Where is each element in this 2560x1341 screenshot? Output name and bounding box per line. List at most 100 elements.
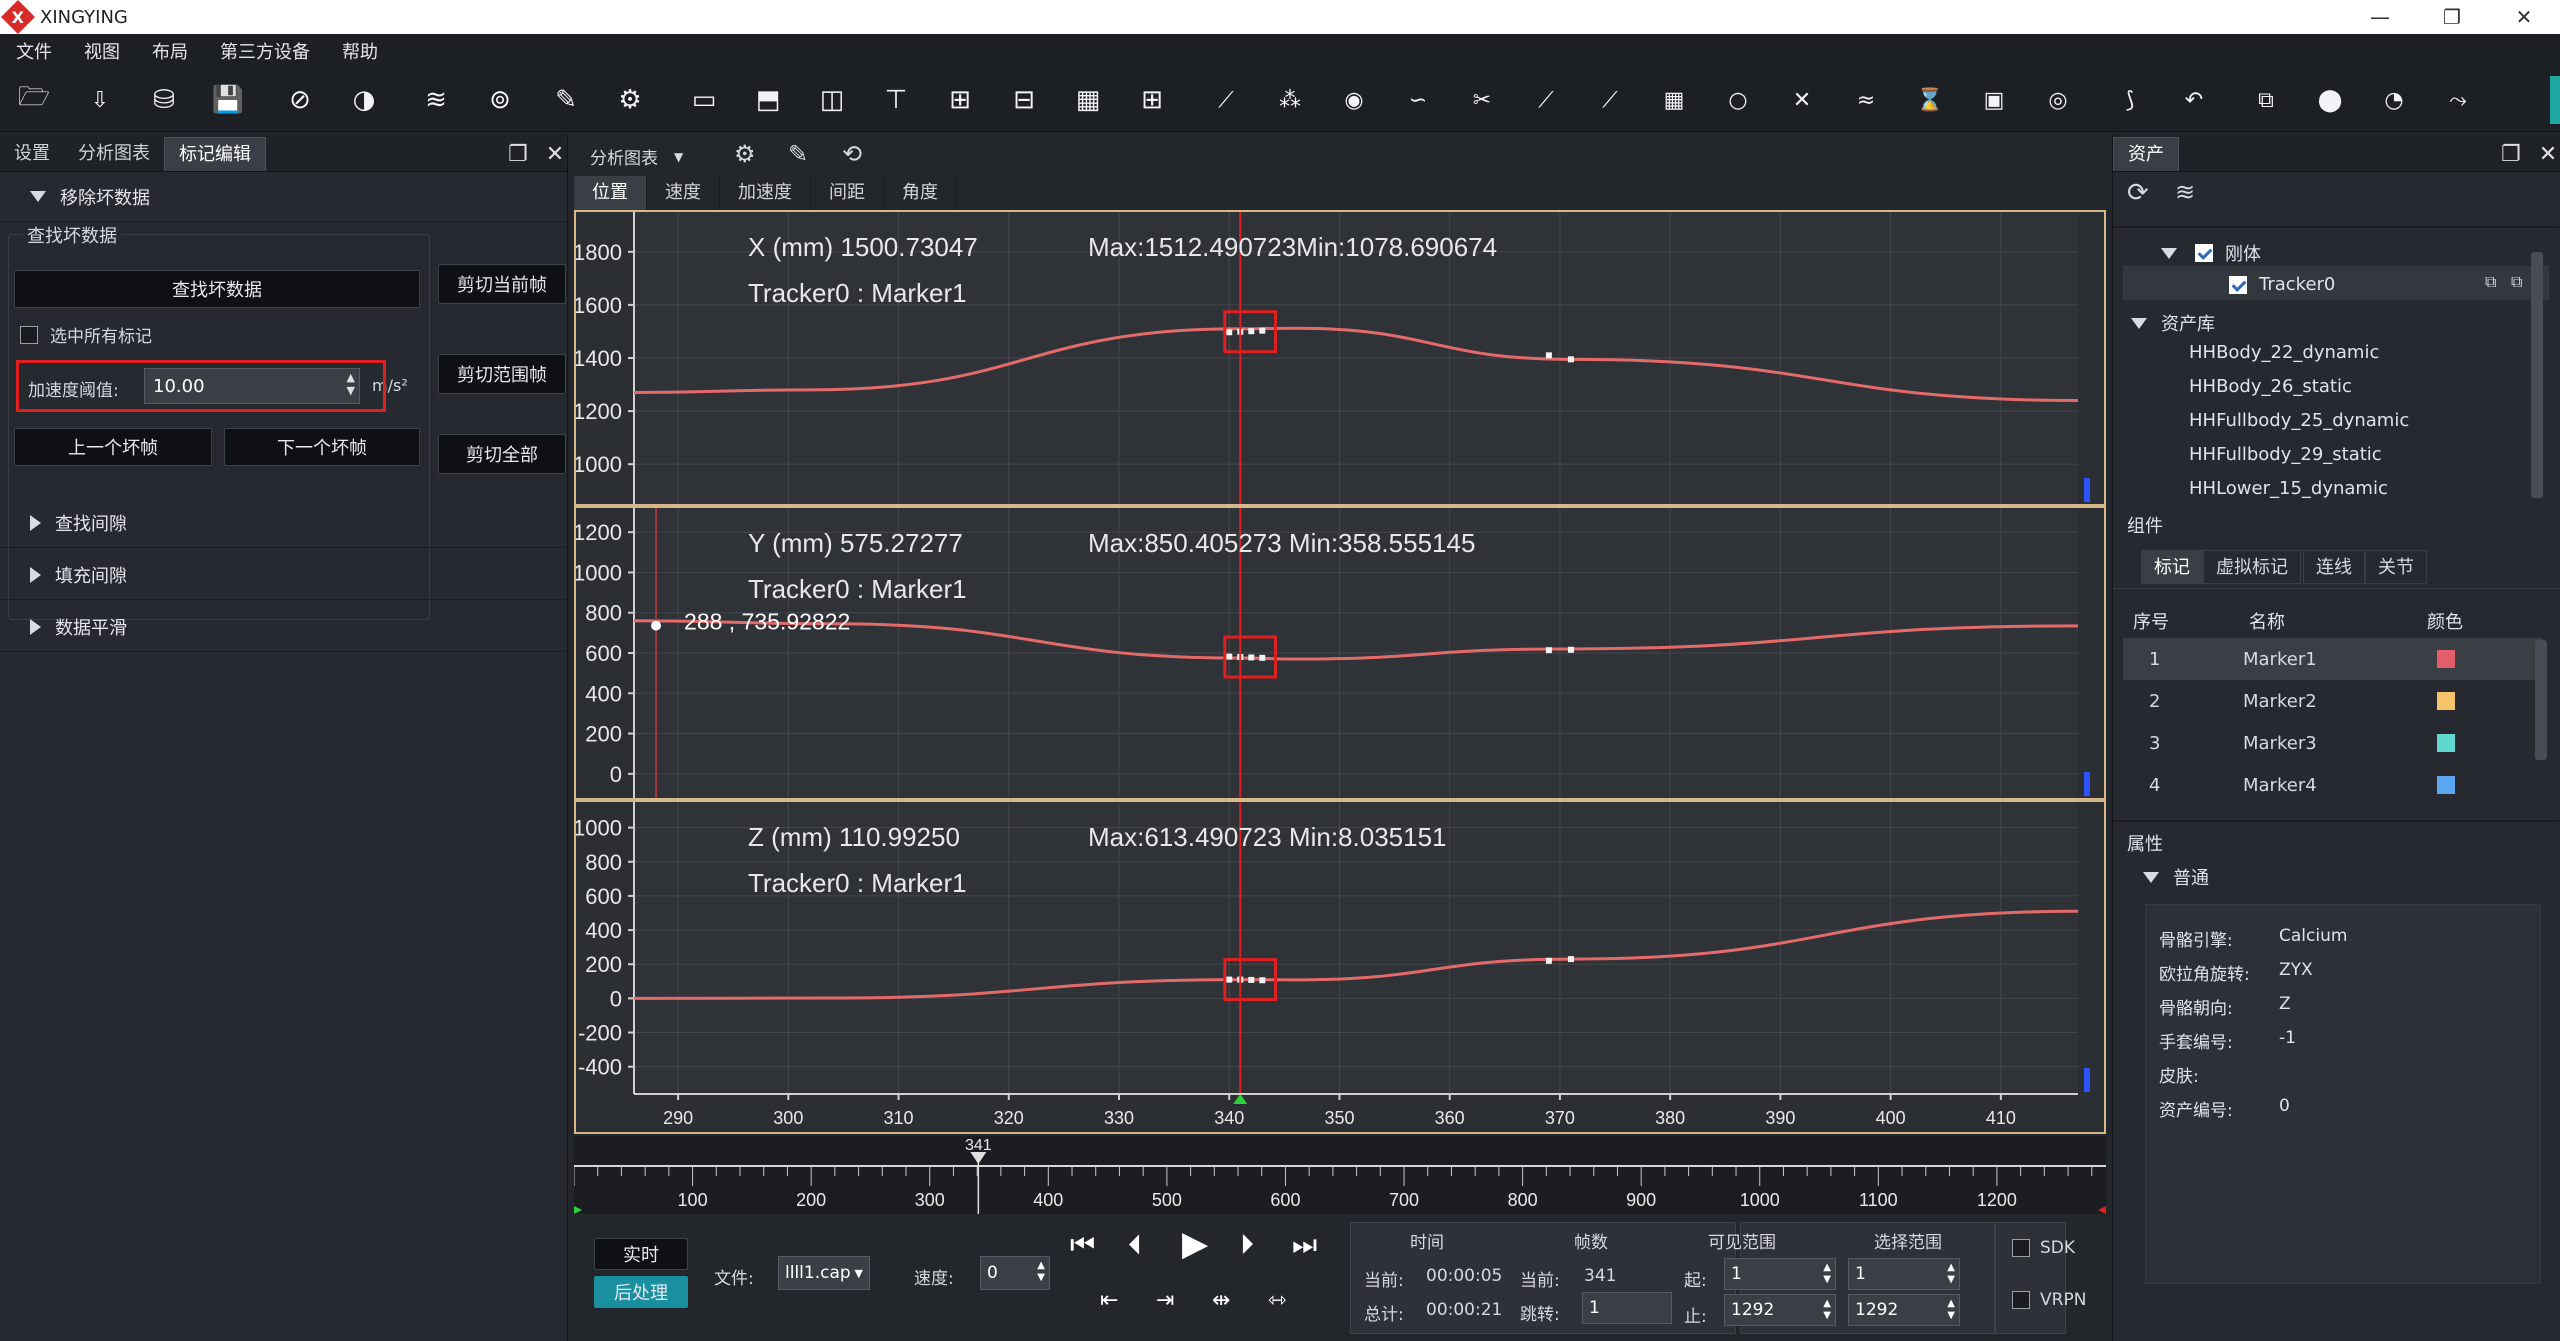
bone-icon[interactable]: ⟋ (1592, 82, 1628, 118)
vrpn-checkbox[interactable] (2012, 1291, 2030, 1309)
asset-item[interactable]: HHBody_22_dynamic (2189, 342, 2379, 363)
calculator-icon[interactable]: ▦ (1656, 82, 1692, 118)
next-bad-button[interactable]: 下一个坏帧 (224, 428, 420, 466)
save-icon[interactable]: 💾 (210, 82, 246, 118)
prev-marker-icon[interactable]: ⇤ (1100, 1288, 1118, 1313)
recenter-icon[interactable]: ◎ (2040, 82, 2076, 118)
cut-current-button[interactable]: 剪切当前帧 (438, 264, 566, 304)
refresh-icon[interactable]: ⟲ (842, 140, 862, 168)
undo-icon[interactable]: ↶ (2176, 82, 2212, 118)
section-remove-bad[interactable]: 移除坏数据 (0, 172, 567, 222)
join-icon[interactable]: ∽ (1400, 82, 1436, 118)
gauge-icon[interactable]: ◔ (2376, 82, 2412, 118)
table-row[interactable]: 2 Marker2 (2123, 680, 2543, 722)
minimize-button[interactable]: — (2344, 0, 2416, 34)
chevron-down-icon[interactable] (2131, 317, 2147, 329)
layout-quad-icon[interactable]: ▦ (1070, 82, 1106, 118)
asset-scrollbar[interactable] (2531, 252, 2543, 498)
rigid-checkbox[interactable] (2195, 244, 2213, 262)
section-find-gap[interactable]: 查找间隙 (0, 498, 566, 548)
tab-settings[interactable]: 设置 (0, 137, 64, 171)
speed-input[interactable]: 0 ▲ ▼ (980, 1256, 1050, 1290)
asset-item[interactable]: HHFullbody_25_dynamic (2189, 410, 2409, 431)
next-marker-icon[interactable]: ⇥ (1156, 1288, 1174, 1313)
close-icon[interactable]: ✕ (2539, 142, 2557, 167)
layout-left-icon[interactable]: ⊟ (1006, 82, 1042, 118)
spin-arrows-icon[interactable]: ▲ ▼ (1823, 1262, 1831, 1286)
marker-group-icon[interactable]: ⁂ (1272, 82, 1308, 118)
section-fill-gap[interactable]: 填充间隙 (0, 550, 566, 600)
marker-color-swatch[interactable] (2437, 692, 2455, 710)
hourglass-icon[interactable]: ⌛ (1912, 82, 1948, 118)
visible-stop-input[interactable]: 1292 ▲ ▼ (1724, 1294, 1836, 1326)
tab-velocity[interactable]: 速度 (647, 176, 720, 210)
tab-assets[interactable]: 资产 (2113, 137, 2179, 171)
asset-item[interactable]: HHBody_26_static (2189, 376, 2352, 397)
section-smooth[interactable]: 数据平滑 (0, 602, 566, 652)
plot-area[interactable]: 1000 1200 1400 1600 1800 X (mm) 1500.73047 Max… (576, 212, 2104, 1132)
3d-icon[interactable]: ⬤ (2312, 82, 2348, 118)
prev-bad-button[interactable]: 上一个坏帧 (14, 428, 212, 466)
share-icon[interactable]: ⤳ (2440, 82, 2476, 118)
cut-range-button[interactable]: 剪切范围帧 (438, 354, 566, 394)
sdk-checkbox[interactable] (2012, 1239, 2030, 1257)
marker-color-swatch[interactable] (2437, 650, 2455, 668)
realtime-button[interactable]: 实时 (594, 1238, 688, 1270)
tab-joints[interactable]: 关节 (2365, 550, 2427, 584)
skip-start-icon[interactable]: ⏮ (1070, 1228, 1095, 1262)
menu-view[interactable]: 视图 (68, 38, 136, 64)
spin-arrows-icon[interactable]: ▲ ▼ (1037, 1260, 1045, 1284)
table-row[interactable]: 4 Marker4 (2123, 764, 2543, 806)
tab-markers[interactable]: 标记 (2141, 550, 2203, 584)
layout-three-icon[interactable]: ⊤ (878, 82, 914, 118)
spin-arrows-icon[interactable]: ▲ ▼ (1947, 1298, 1955, 1322)
marker-color-swatch[interactable] (2437, 776, 2455, 794)
edit-icon[interactable]: ✎ (548, 82, 584, 118)
tab-angle[interactable]: 角度 (884, 176, 957, 210)
menu-file[interactable]: 文件 (0, 38, 68, 64)
cut-icon[interactable]: ✂ (1464, 82, 1500, 118)
timeline[interactable]: 100 200 300 400 500 600 700 800 900 1000 1100 1200 3… (573, 1136, 2106, 1214)
tab-distance[interactable]: 间距 (811, 176, 884, 210)
spin-arrows-icon[interactable]: ▲ ▼ (1947, 1262, 1955, 1286)
chevron-down-icon[interactable] (2161, 247, 2177, 259)
skip-end-icon[interactable]: ⏭ (1292, 1228, 1317, 1262)
marker-scrollbar[interactable] (2535, 640, 2547, 760)
menu-layout[interactable]: 布局 (136, 38, 204, 64)
table-row[interactable]: 1 Marker1 (2123, 638, 2543, 680)
tab-acceleration[interactable]: 加速度 (720, 176, 811, 210)
tab-virtual-markers[interactable]: 虚拟标记 (2203, 550, 2301, 584)
jump-input[interactable]: 1 (1582, 1292, 1672, 1324)
tab-position[interactable]: 位置 (574, 176, 647, 210)
eye-dropdown-icon[interactable]: ◉ (1336, 82, 1372, 118)
spin-arrows-icon[interactable]: ▲ ▼ (1823, 1298, 1831, 1322)
visibility-icon[interactable]: ⊘ (282, 82, 318, 118)
table-row[interactable]: 3 Marker3 (2123, 722, 2543, 764)
tab-links[interactable]: 连线 (2303, 550, 2365, 584)
chevron-down-icon[interactable] (2143, 871, 2159, 883)
settings-icon[interactable]: ⚙ (612, 82, 648, 118)
close-window-button[interactable]: ✕ (2488, 0, 2560, 34)
layers-icon[interactable]: ≋ (418, 82, 454, 118)
float-icon[interactable]: ❐ (2501, 142, 2521, 167)
wave-icon[interactable]: ≈ (1848, 82, 1884, 118)
file-select[interactable]: llll1.cap ▼ (778, 1256, 870, 1290)
duplicate-icon[interactable]: ⧉ (2511, 272, 2522, 292)
record-icon[interactable]: ⛁ (146, 82, 182, 118)
range-out-icon[interactable]: ⇿ (1268, 1288, 1286, 1313)
menu-third-party[interactable]: 第三方设备 (204, 38, 326, 64)
marker-link-icon[interactable]: ⟋ (1208, 82, 1244, 118)
range-in-icon[interactable]: ⇹ (1212, 1288, 1230, 1313)
connect-icon[interactable]: ⟋ (1528, 82, 1564, 118)
close-icon[interactable]: ✕ (546, 142, 564, 167)
bulb-icon[interactable]: ○ (1720, 82, 1756, 118)
camera-icon[interactable]: ⧉ (2248, 82, 2284, 118)
menu-help[interactable]: 帮助 (326, 38, 394, 64)
target-off-icon[interactable]: ✕ (1784, 82, 1820, 118)
timeline-ruler[interactable]: 100 200 300 400 500 600 700 800 900 1000 1100 1200 3… (573, 1136, 2106, 1214)
asset-item[interactable]: HHFullbody_29_static (2189, 444, 2382, 465)
select-all-checkbox[interactable] (20, 325, 38, 344)
focus-icon[interactable]: ▣ (1976, 82, 2012, 118)
visible-start-input[interactable]: 1 ▲ ▼ (1724, 1258, 1836, 1290)
wireless-icon[interactable]: ⊚ (482, 82, 518, 118)
